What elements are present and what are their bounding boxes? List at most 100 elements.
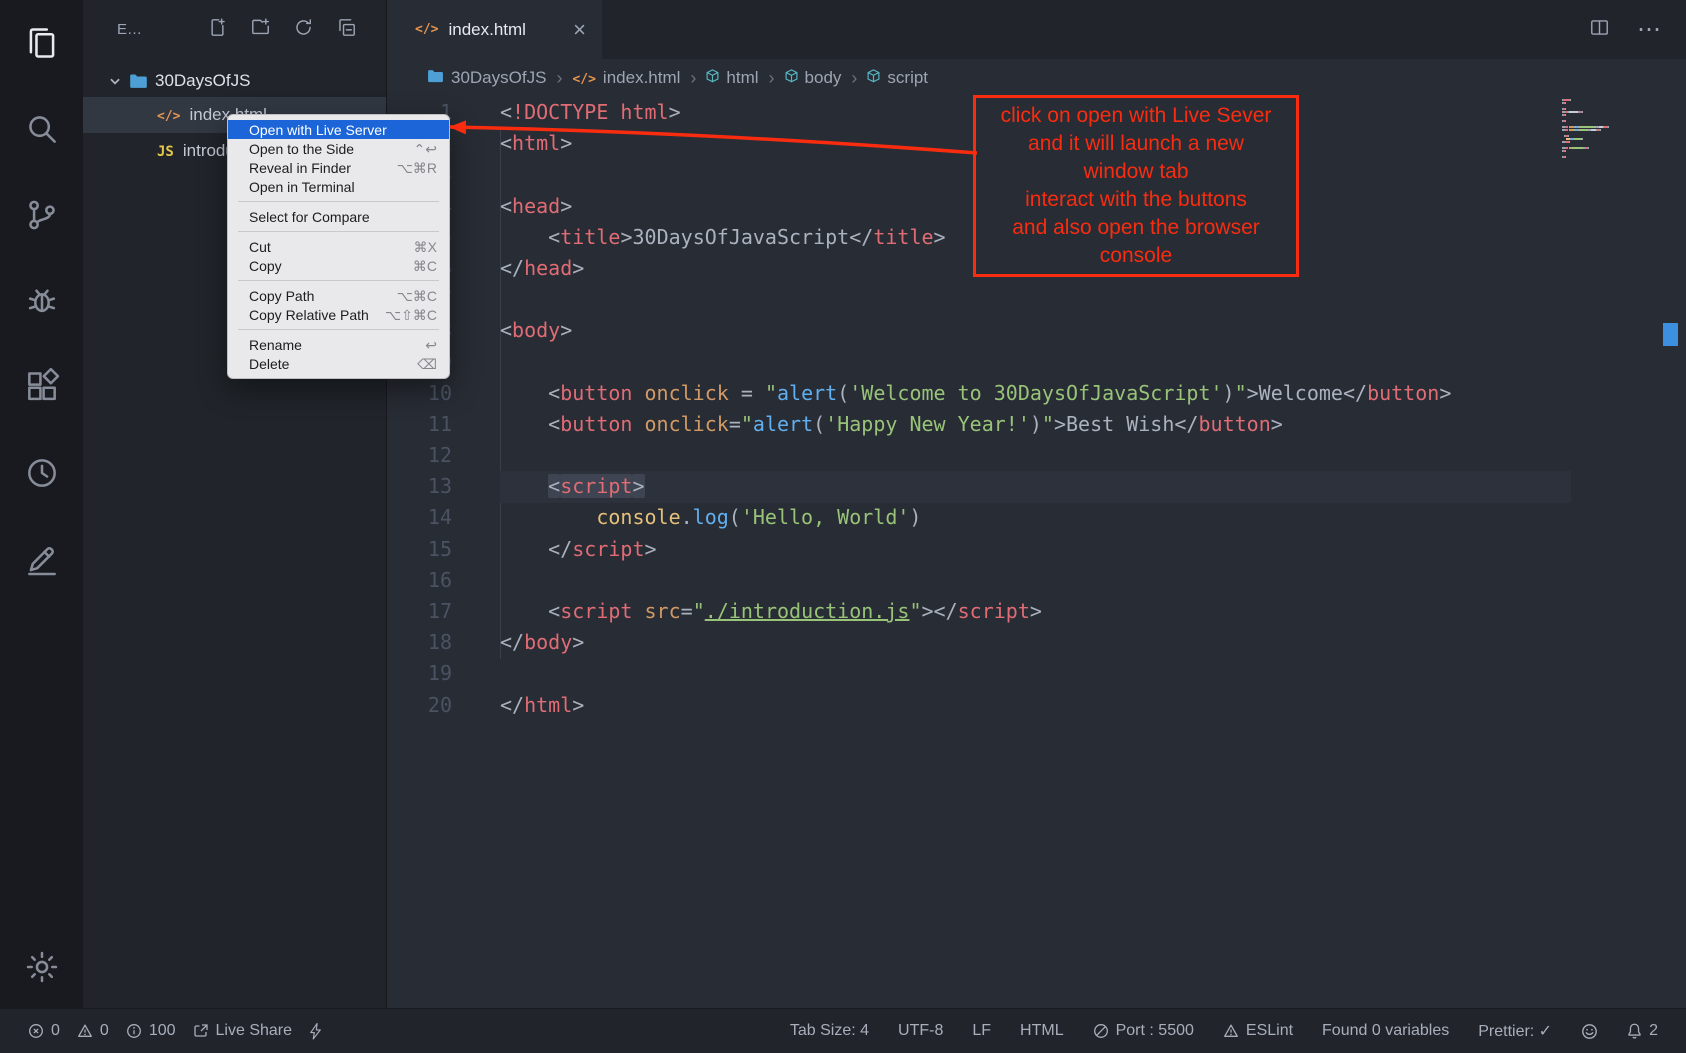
folder-30daysofjs[interactable]: 30DaysOfJS — [83, 64, 386, 97]
chevron-down-icon — [108, 74, 122, 88]
status-text: 2 — [1649, 1022, 1658, 1040]
new-file-icon[interactable] — [208, 18, 227, 41]
menu-item-open-with-live-server[interactable]: Open with Live Server — [228, 120, 449, 139]
activity-bar — [0, 0, 83, 1008]
breadcrumb-body[interactable]: body — [785, 68, 842, 88]
status-variables[interactable]: Found 0 variables — [1322, 1022, 1449, 1040]
tab-index-html[interactable]: </> index.html × — [387, 0, 602, 59]
menu-item-shortcut: ⌥⇧⌘C — [385, 307, 437, 323]
more-actions-icon[interactable]: ⋯ — [1637, 15, 1662, 44]
status-eol[interactable]: LF — [972, 1022, 991, 1040]
status-encoding[interactable]: UTF-8 — [898, 1022, 943, 1040]
status-text: LF — [972, 1022, 991, 1040]
breadcrumb-separator: › — [851, 68, 857, 89]
status-prettier[interactable]: Prettier: ✓ — [1478, 1021, 1552, 1041]
status-errors[interactable]: 0 — [28, 1022, 60, 1040]
annotation-box: click on open with Live Severand it will… — [973, 95, 1299, 277]
menu-item-reveal-in-finder[interactable]: Reveal in Finder⌥⌘R — [228, 158, 449, 177]
code-line-9[interactable]: 9 — [387, 347, 1686, 378]
breadcrumb-script[interactable]: script — [867, 68, 928, 88]
line-number[interactable]: 18 — [387, 627, 452, 658]
line-number[interactable]: 13 — [387, 471, 452, 502]
minimap[interactable] — [1562, 99, 1662, 159]
status-warnings[interactable]: 0 — [77, 1022, 109, 1040]
code-line-8[interactable]: 8<body> — [387, 315, 1686, 346]
menu-item-rename[interactable]: Rename↩ — [228, 335, 449, 354]
code-line-15[interactable]: 15 </script> — [387, 534, 1686, 565]
code-line-11[interactable]: 11 <button onclick="alert('Happy New Yea… — [387, 409, 1686, 440]
line-content: <button onclick = "alert('Welcome to 30D… — [500, 378, 1451, 409]
status-language[interactable]: HTML — [1020, 1022, 1064, 1040]
line-content: <body> — [500, 315, 572, 346]
code-line-18[interactable]: 18</body> — [387, 627, 1686, 658]
close-icon[interactable]: × — [573, 19, 586, 41]
line-number[interactable]: 12 — [387, 440, 452, 471]
root-folder-label: 30DaysOfJS — [155, 71, 250, 91]
debug-icon[interactable] — [0, 258, 83, 344]
code-line-16[interactable]: 16 — [387, 565, 1686, 596]
status-text: UTF-8 — [898, 1022, 943, 1040]
code-line-12[interactable]: 12 — [387, 440, 1686, 471]
line-number[interactable]: 19 — [387, 658, 452, 689]
status-feedback[interactable] — [1581, 1023, 1598, 1040]
breadcrumb-html[interactable]: html — [706, 68, 758, 88]
breadcrumb-30daysofjs[interactable]: 30DaysOfJS — [427, 68, 546, 88]
pen-icon[interactable] — [0, 516, 83, 602]
status-live-share[interactable]: Live Share — [193, 1022, 293, 1040]
menu-item-open-to-the-side[interactable]: Open to the Side⌃↩ — [228, 139, 449, 158]
new-folder-icon[interactable] — [251, 18, 270, 41]
explorer-title: E… — [117, 21, 142, 38]
line-number[interactable]: 20 — [387, 690, 452, 721]
line-number[interactable]: 15 — [387, 534, 452, 565]
menu-item-label: Cut — [249, 239, 271, 255]
status-port[interactable]: Port : 5500 — [1093, 1022, 1194, 1040]
code-line-7[interactable]: 7 — [387, 284, 1686, 315]
status-text: Tab Size: 4 — [790, 1022, 869, 1040]
source-control-icon[interactable] — [0, 172, 83, 258]
status-notifications[interactable]: 2 — [1627, 1022, 1658, 1040]
line-number[interactable]: 16 — [387, 565, 452, 596]
line-number[interactable]: 14 — [387, 502, 452, 533]
html-file-icon: </> — [157, 105, 180, 125]
smiley-icon — [1581, 1023, 1598, 1040]
clock-icon[interactable] — [0, 430, 83, 516]
extensions-icon[interactable] — [0, 344, 83, 430]
status-eslint[interactable]: ESLint — [1223, 1022, 1293, 1040]
line-number[interactable]: 17 — [387, 596, 452, 627]
status-info[interactable]: 100 — [126, 1022, 176, 1040]
collapse-all-icon[interactable] — [337, 18, 356, 41]
refresh-icon[interactable] — [294, 18, 313, 41]
status-tab-size[interactable]: Tab Size: 4 — [790, 1022, 869, 1040]
search-icon[interactable] — [0, 86, 83, 172]
line-content: <title>30DaysOfJavaScript</title> — [500, 222, 946, 253]
breadcrumb-label: script — [887, 68, 928, 88]
menu-item-cut[interactable]: Cut⌘X — [228, 237, 449, 256]
menu-item-select-for-compare[interactable]: Select for Compare — [228, 207, 449, 226]
code-line-13[interactable]: 13 <script> — [387, 471, 1686, 502]
code-line-19[interactable]: 19 — [387, 658, 1686, 689]
line-content: </script> — [500, 534, 657, 565]
line-number[interactable]: 10 — [387, 378, 452, 409]
menu-item-copy[interactable]: Copy⌘C — [228, 256, 449, 275]
breadcrumb-index-html[interactable]: </>index.html — [572, 68, 680, 88]
error-icon — [28, 1023, 44, 1039]
split-editor-icon[interactable] — [1590, 18, 1609, 42]
code-line-17[interactable]: 17 <script src="./introduction.js"></scr… — [387, 596, 1686, 627]
tab-bar: </> index.html × ⋯ — [387, 0, 1686, 59]
status-text: 0 — [100, 1022, 109, 1040]
line-number[interactable]: 11 — [387, 409, 452, 440]
menu-item-shortcut: ⌫ — [417, 356, 437, 372]
warning-icon — [77, 1023, 93, 1039]
code-line-20[interactable]: 20</html> — [387, 690, 1686, 721]
explorer-icon[interactable] — [0, 0, 83, 86]
settings-gear-icon[interactable] — [0, 948, 83, 986]
menu-item-delete[interactable]: Delete⌫ — [228, 354, 449, 373]
code-line-14[interactable]: 14 console.log('Hello, World') — [387, 502, 1686, 533]
code-line-10[interactable]: 10 <button onclick = "alert('Welcome to … — [387, 378, 1686, 409]
menu-item-copy-path[interactable]: Copy Path⌥⌘C — [228, 286, 449, 305]
menu-item-open-in-terminal[interactable]: Open in Terminal — [228, 177, 449, 196]
menu-item-copy-relative-path[interactable]: Copy Relative Path⌥⇧⌘C — [228, 305, 449, 324]
menu-item-shortcut: ⌥⌘C — [397, 288, 437, 304]
status-lightning[interactable] — [309, 1023, 322, 1040]
status-text: 100 — [149, 1022, 176, 1040]
